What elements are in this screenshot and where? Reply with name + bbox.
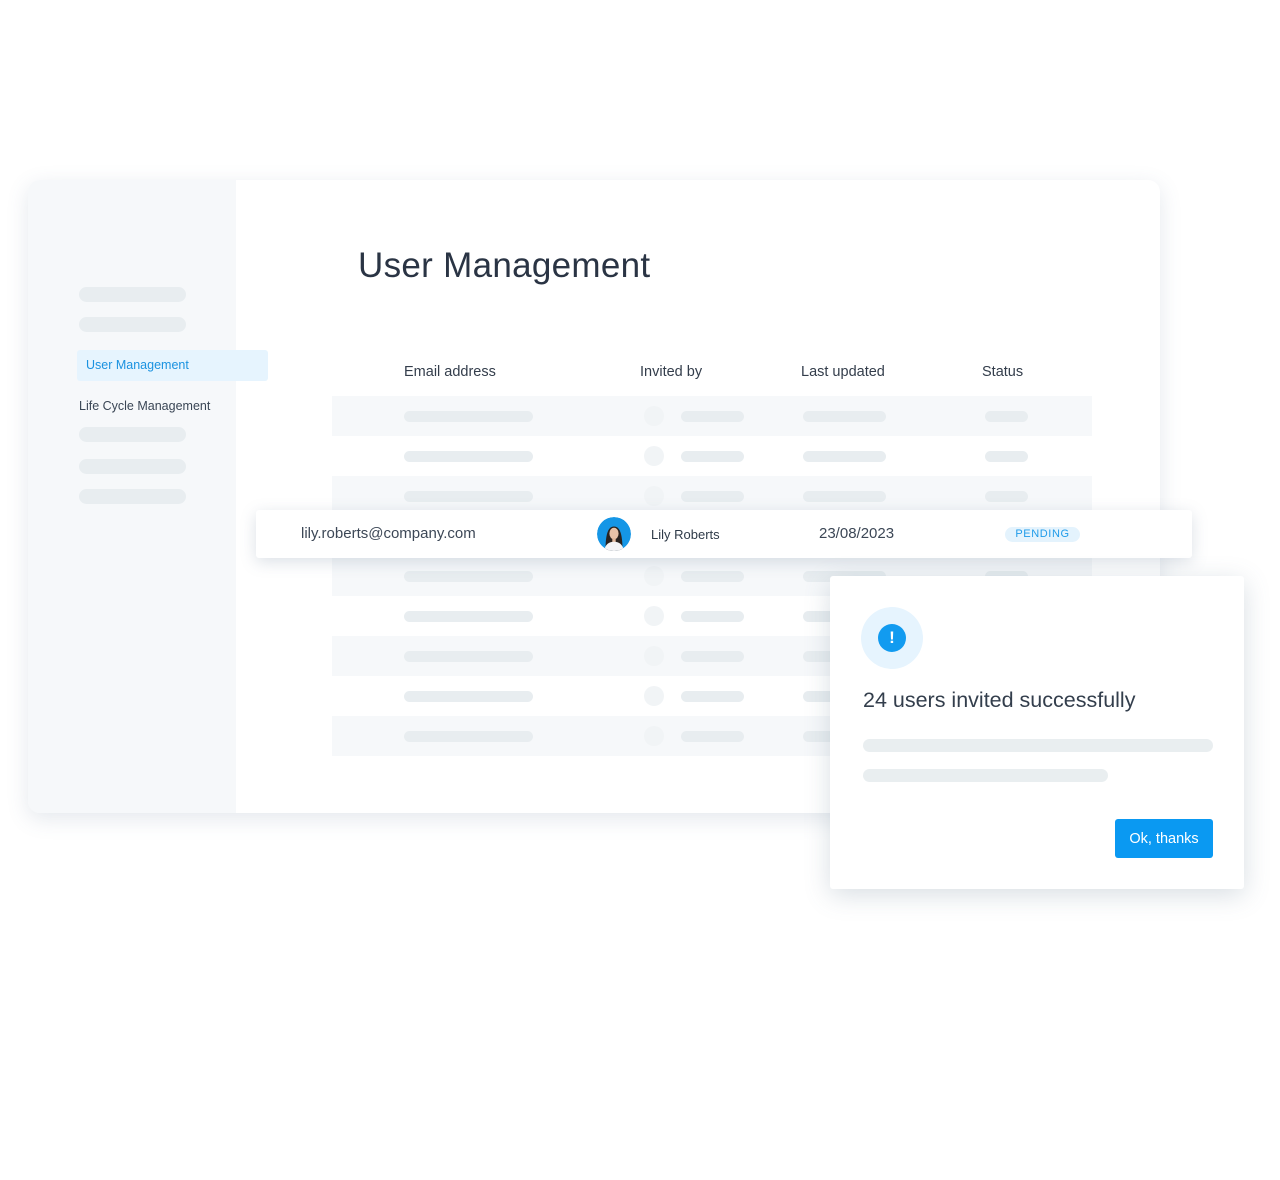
placeholder-text xyxy=(681,731,744,742)
placeholder-text xyxy=(404,731,533,742)
table-row-highlighted[interactable]: lily.roberts@company.com Lily Roberts 23… xyxy=(256,510,1192,558)
sidebar xyxy=(28,180,236,813)
placeholder-avatar xyxy=(644,446,664,466)
sidebar-placeholder xyxy=(79,427,186,442)
sidebar-item-life-cycle-management[interactable]: Life Cycle Management xyxy=(79,391,210,421)
page-title: User Management xyxy=(358,246,651,285)
placeholder-text xyxy=(404,491,533,502)
ok-thanks-button[interactable]: Ok, thanks xyxy=(1115,819,1213,858)
placeholder-text xyxy=(681,451,744,462)
placeholder-text xyxy=(985,411,1028,422)
placeholder-text xyxy=(681,571,744,582)
placeholder-text xyxy=(681,611,744,622)
avatar xyxy=(597,517,631,551)
alert-icon-halo: ! xyxy=(861,607,923,669)
placeholder-text xyxy=(681,691,744,702)
sidebar-item-user-management[interactable]: User Management xyxy=(77,350,268,381)
placeholder-text xyxy=(404,691,533,702)
column-header-email: Email address xyxy=(404,364,496,380)
placeholder-text xyxy=(803,411,886,422)
sidebar-placeholder xyxy=(79,287,186,302)
placeholder-text xyxy=(681,491,744,502)
row-invited-by: Lily Roberts xyxy=(651,527,720,542)
placeholder-text xyxy=(985,451,1028,462)
dialog-text-placeholder xyxy=(863,769,1108,782)
placeholder-text xyxy=(681,411,744,422)
placeholder-avatar xyxy=(644,566,664,586)
dialog-title: 24 users invited successfully xyxy=(863,688,1136,712)
sidebar-placeholder xyxy=(79,317,186,332)
placeholder-text xyxy=(803,451,886,462)
placeholder-text xyxy=(404,651,533,662)
dialog-text-placeholder xyxy=(863,739,1213,752)
row-last-updated: 23/08/2023 xyxy=(819,525,895,542)
sidebar-item-label: User Management xyxy=(86,358,189,372)
status-badge: PENDING xyxy=(1005,527,1080,542)
alert-icon: ! xyxy=(878,624,906,652)
placeholder-avatar xyxy=(644,686,664,706)
placeholder-text xyxy=(803,491,886,502)
placeholder-avatar xyxy=(644,486,664,506)
row-email: lily.roberts@company.com xyxy=(301,525,476,542)
sidebar-item-label: Life Cycle Management xyxy=(79,399,211,413)
placeholder-text xyxy=(681,651,744,662)
sidebar-placeholder xyxy=(79,459,186,474)
column-header-invited-by: Invited by xyxy=(640,364,703,380)
sidebar-placeholder xyxy=(79,489,186,504)
placeholder-text xyxy=(404,451,533,462)
placeholder-text xyxy=(404,571,533,582)
placeholder-text xyxy=(404,611,533,622)
column-header-status: Status xyxy=(982,364,1024,380)
success-dialog: ! 24 users invited successfully Ok, than… xyxy=(830,576,1244,889)
placeholder-avatar xyxy=(644,726,664,746)
placeholder-avatar xyxy=(644,406,664,426)
placeholder-avatar xyxy=(644,646,664,666)
placeholder-avatar xyxy=(644,606,664,626)
placeholder-text xyxy=(985,491,1028,502)
placeholder-text xyxy=(404,411,533,422)
column-header-last-updated: Last updated xyxy=(801,364,885,380)
